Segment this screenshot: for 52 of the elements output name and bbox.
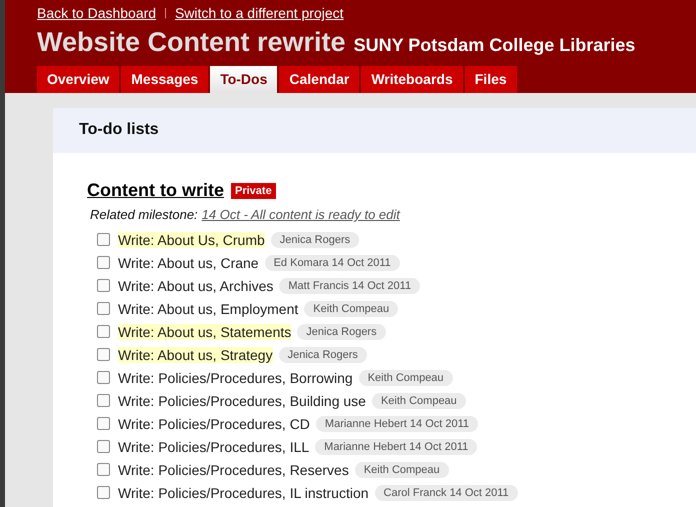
todo-checkbox[interactable]: [97, 302, 110, 315]
nav-tab[interactable]: Files: [464, 66, 517, 93]
assignee-tag: Jenica Rogers: [297, 324, 386, 340]
todo-text: Write: About us, Crane: [118, 254, 259, 270]
todo-text: Write: Policies/Procedures, Reserves: [118, 462, 349, 478]
nav-tab[interactable]: Messages: [121, 66, 208, 93]
todo-checkbox[interactable]: [97, 371, 110, 384]
assignee-tag: Keith Compeau: [354, 462, 449, 478]
todo-text: Write: About us, Strategy: [118, 346, 273, 362]
assignee-tag: Matt Francis 14 Oct 2011: [279, 278, 420, 294]
separator: |: [164, 7, 167, 19]
assignee-tag: Marianne Hebert 14 Oct 2011: [316, 416, 478, 432]
todo-text: Write: Policies/Procedures, ILL: [118, 438, 310, 454]
todo-text: Write: About Us, Crumb: [118, 232, 265, 248]
assignee-tag: Keith Compeau: [372, 392, 466, 408]
list-title[interactable]: Content to write: [87, 180, 224, 201]
switch-project-link[interactable]: Switch to a different project: [174, 5, 344, 21]
page-title: To-do lists: [79, 121, 160, 139]
todo-text: Write: Policies/Procedures, CD: [118, 416, 310, 432]
assignee-tag: Carol Franck 14 Oct 2011: [374, 484, 518, 500]
todo-text: Write: About us, Archives: [118, 278, 274, 294]
nav-tab[interactable]: Writeboards: [361, 66, 463, 93]
assignee-tag: Marianne Hebert 14 Oct 2011: [315, 438, 478, 454]
todo-checkbox[interactable]: [97, 394, 110, 407]
project-title: Website Content rewrite: [37, 27, 346, 58]
todo-text: Write: About us, Statements: [118, 324, 292, 340]
todo-checkbox[interactable]: [97, 486, 110, 499]
nav-tab[interactable]: To-Dos: [210, 66, 278, 93]
todo-checkbox[interactable]: [97, 233, 110, 246]
todo-checkbox[interactable]: [97, 256, 110, 269]
milestone-label: Related milestone:: [90, 207, 198, 222]
assignee-tag: Jenica Rogers: [278, 346, 367, 362]
assignee-tag: Ed Komara 14 Oct 2011: [264, 254, 400, 270]
todo-text: Write: About us, Employment: [118, 300, 298, 316]
todo-checkbox[interactable]: [97, 279, 110, 292]
assignee-tag: Keith Compeau: [358, 370, 453, 386]
nav-tab[interactable]: Overview: [37, 66, 120, 93]
nav-tab[interactable]: Calendar: [279, 66, 360, 93]
todo-checkbox[interactable]: [97, 348, 110, 361]
todo-text: Write: Policies/Procedures, Borrowing: [118, 370, 353, 386]
todo-checkbox[interactable]: [97, 463, 110, 476]
dashboard-link[interactable]: Back to Dashboard: [37, 5, 156, 21]
private-badge: Private: [231, 182, 276, 198]
todo-checkbox[interactable]: [97, 440, 110, 453]
assignee-tag: Jenica Rogers: [270, 232, 360, 248]
todo-checkbox[interactable]: [97, 325, 110, 338]
assignee-tag: Keith Compeau: [304, 300, 398, 316]
milestone-link[interactable]: 14 Oct - All content is ready to edit: [202, 207, 400, 222]
company-name: SUNY Potsdam College Libraries: [354, 35, 636, 56]
todo-text: Write: Policies/Procedures, IL instruction: [118, 484, 369, 500]
todo-checkbox[interactable]: [97, 417, 110, 430]
todo-text: Write: Policies/Procedures, Building use: [118, 392, 366, 408]
